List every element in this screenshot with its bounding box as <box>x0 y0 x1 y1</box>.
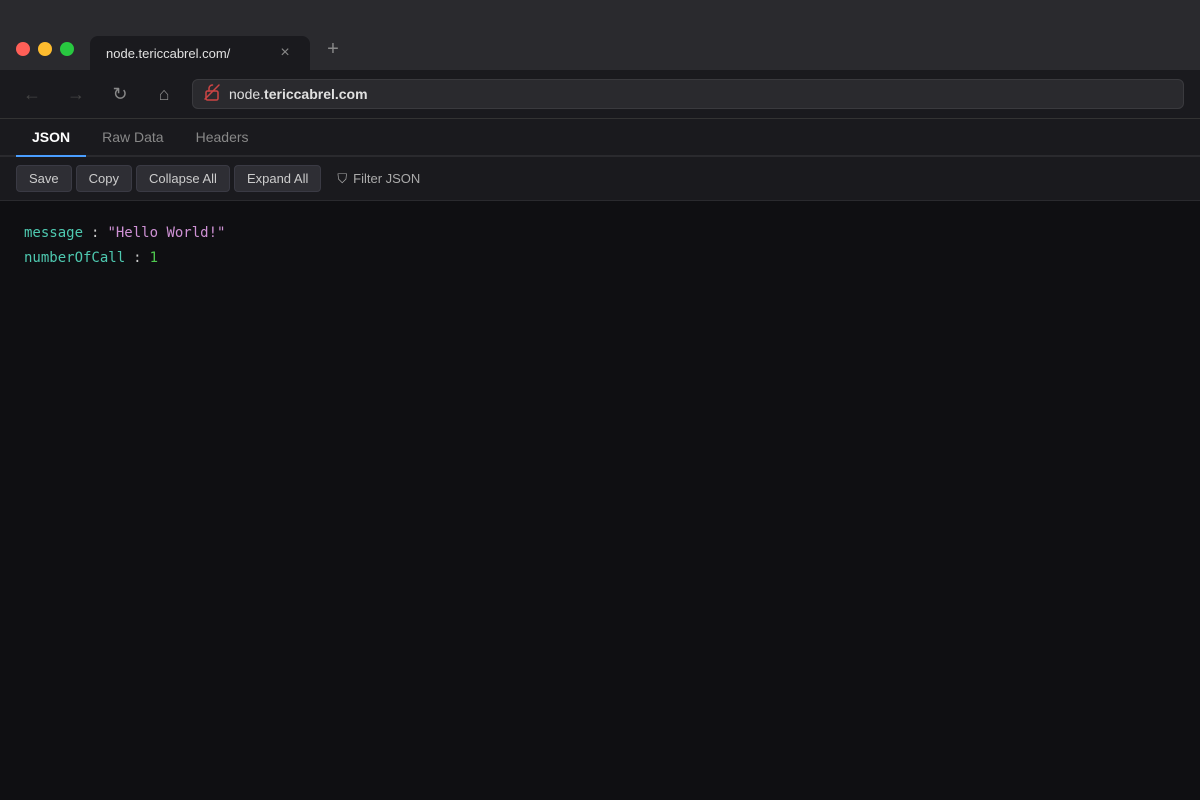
reload-button[interactable]: ↻ <box>104 78 136 110</box>
home-button[interactable]: ⌂ <box>148 78 180 110</box>
tab-title: node.tericcabrel.com/ <box>106 46 266 61</box>
json-toolbar: Save Copy Collapse All Expand All ⛉ Filt… <box>0 157 1200 201</box>
forward-button[interactable]: → <box>60 78 92 110</box>
filter-json-button[interactable]: ⛉ Filter JSON <box>325 166 432 192</box>
json-colon-message: : <box>91 221 99 246</box>
new-tab-button[interactable]: + <box>318 40 348 70</box>
copy-button[interactable]: Copy <box>76 165 132 192</box>
filter-label: Filter JSON <box>353 171 420 186</box>
browser-window: node.tericcabrel.com/ × + ← → ↻ ⌂ node.t… <box>0 0 1200 800</box>
address-bar[interactable]: node.tericcabrel.com <box>192 79 1184 109</box>
json-colon-number-of-call: : <box>133 246 141 271</box>
address-url: node.tericcabrel.com <box>229 86 368 102</box>
lock-icon <box>203 83 221 106</box>
json-key-message: message <box>24 221 83 246</box>
url-text: node.tericcabrel.com <box>229 86 368 102</box>
filter-icon: ⛉ <box>337 171 347 187</box>
tab-close-icon[interactable]: × <box>276 44 294 62</box>
maximize-traffic-light[interactable] <box>60 42 74 56</box>
tab-json[interactable]: JSON <box>16 119 86 155</box>
traffic-lights <box>16 42 74 70</box>
json-row-number-of-call: numberOfCall : 1 <box>24 246 1176 271</box>
save-button[interactable]: Save <box>16 165 72 192</box>
json-content: message : "Hello World!" numberOfCall : … <box>0 201 1200 800</box>
tab-headers[interactable]: Headers <box>180 119 265 155</box>
json-key-number-of-call: numberOfCall <box>24 246 125 271</box>
browser-tab[interactable]: node.tericcabrel.com/ × <box>90 36 310 70</box>
tab-raw-data[interactable]: Raw Data <box>86 119 179 155</box>
collapse-all-button[interactable]: Collapse All <box>136 165 230 192</box>
json-value-number-of-call: 1 <box>150 246 158 271</box>
json-row-message: message : "Hello World!" <box>24 221 1176 246</box>
json-viewer-tabs: JSON Raw Data Headers <box>0 119 1200 157</box>
minimize-traffic-light[interactable] <box>38 42 52 56</box>
json-value-message: "Hello World!" <box>107 221 225 246</box>
close-traffic-light[interactable] <box>16 42 30 56</box>
back-button[interactable]: ← <box>16 78 48 110</box>
expand-all-button[interactable]: Expand All <box>234 165 321 192</box>
title-bar: node.tericcabrel.com/ × + <box>0 0 1200 70</box>
nav-bar: ← → ↻ ⌂ node.tericcabrel.com <box>0 70 1200 119</box>
